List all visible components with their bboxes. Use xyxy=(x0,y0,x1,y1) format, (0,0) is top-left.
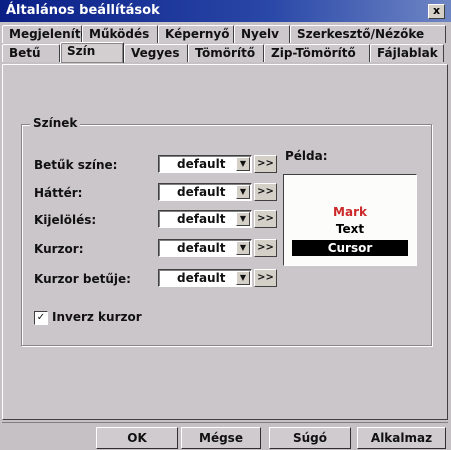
ok-button[interactable]: OK xyxy=(96,427,178,449)
tab-tomorito[interactable]: Tömörítő xyxy=(188,44,264,62)
cursor-value: default xyxy=(177,241,226,255)
tab-row-2: Betű Szín Vegyes Tömörítő Zip-Tömörítő F… xyxy=(2,42,444,63)
checkmark-icon: ✓ xyxy=(36,312,46,323)
tab-zip-tomorito[interactable]: Zip-Tömörítő xyxy=(264,44,370,62)
cursor-font-value: default xyxy=(177,271,226,285)
tab-mukodes[interactable]: Működés xyxy=(82,25,158,43)
cursor-more-button[interactable]: >> xyxy=(254,239,277,257)
tab-megjelenites[interactable]: Megjelenítés xyxy=(2,25,96,43)
tab-szin[interactable]: Szín xyxy=(60,42,124,63)
apply-button[interactable]: Alkalmaz xyxy=(357,427,446,449)
cursor-select[interactable]: default ▼ xyxy=(158,239,252,257)
chevron-down-icon[interactable]: ▼ xyxy=(236,212,250,226)
title-bar: Általános beállítások x xyxy=(0,0,451,22)
preview-label: Példa: xyxy=(285,149,328,163)
font-color-more-button[interactable]: >> xyxy=(254,155,277,173)
selection-select[interactable]: default ▼ xyxy=(158,210,252,228)
inverse-cursor-label[interactable]: Inverz kurzor xyxy=(52,310,142,324)
cursor-font-more-button[interactable]: >> xyxy=(254,269,277,287)
preview-mark-text: Mark xyxy=(333,205,367,219)
chevron-down-icon[interactable]: ▼ xyxy=(236,185,250,199)
chevron-down-icon[interactable]: ▼ xyxy=(236,157,250,171)
tab-szerkeszto-nezoke[interactable]: Szerkesztő/Nézőke xyxy=(290,25,446,43)
cancel-button[interactable]: Mégse xyxy=(181,427,261,449)
tab-fajlablak[interactable]: Fájlablak xyxy=(370,44,444,62)
font-color-label: Betűk színe: xyxy=(34,158,118,172)
close-button[interactable]: x xyxy=(428,4,445,19)
cursor-font-select[interactable]: default ▼ xyxy=(158,269,252,287)
inverse-cursor-checkbox[interactable]: ✓ xyxy=(34,311,48,325)
tab-vegyes[interactable]: Vegyes xyxy=(124,44,188,62)
selection-more-button[interactable]: >> xyxy=(254,210,277,228)
chevron-down-icon[interactable]: ▼ xyxy=(236,271,250,285)
background-more-button[interactable]: >> xyxy=(254,183,277,201)
chevron-down-icon[interactable]: ▼ xyxy=(236,241,250,255)
help-button[interactable]: Súgó xyxy=(269,427,351,449)
tab-kepernyo[interactable]: Képernyő xyxy=(158,25,234,43)
cursor-label: Kurzor: xyxy=(34,242,84,256)
cursor-font-label: Kurzor betűje: xyxy=(34,272,131,286)
background-label: Háttér: xyxy=(34,186,83,200)
font-color-value: default xyxy=(177,157,226,171)
window-title: Általános beállítások xyxy=(6,3,160,18)
preview-box: Mark Text Cursor xyxy=(283,174,417,266)
preview-normal-text: Text xyxy=(335,222,365,236)
background-value: default xyxy=(177,185,226,199)
close-icon: x xyxy=(432,4,441,17)
selection-value: default xyxy=(177,212,226,226)
selection-label: Kijelölés: xyxy=(34,213,97,227)
background-select[interactable]: default ▼ xyxy=(158,183,252,201)
colors-group-title: Színek xyxy=(30,116,81,130)
font-color-select[interactable]: default ▼ xyxy=(158,155,252,173)
tab-betu[interactable]: Betű xyxy=(2,44,60,62)
tab-nyelv[interactable]: Nyelv xyxy=(234,25,290,43)
preview-cursor-text: Cursor xyxy=(292,240,408,256)
